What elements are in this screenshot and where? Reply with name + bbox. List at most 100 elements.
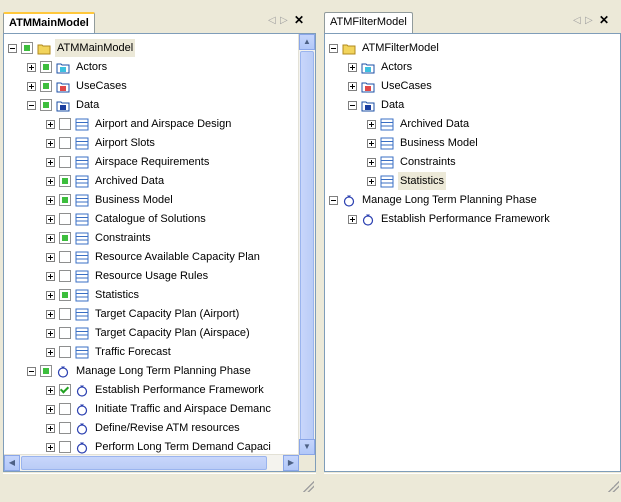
tree-checkbox[interactable] [59, 384, 71, 396]
tab-atm-main-model[interactable]: ATMMainModel [3, 12, 95, 34]
tree-item[interactable]: Business Model [367, 134, 480, 152]
expand-icon[interactable] [367, 157, 376, 167]
expand-icon[interactable] [46, 271, 55, 281]
tree-checkbox[interactable] [59, 118, 71, 130]
tree-item[interactable]: Traffic Forecast [46, 343, 173, 361]
collapse-icon[interactable] [8, 43, 17, 53]
tree-checkbox[interactable] [59, 137, 71, 149]
collapse-icon[interactable] [329, 43, 338, 53]
left-horizontal-scrollbar[interactable]: ◀ ▶ [4, 454, 299, 471]
expand-icon[interactable] [46, 347, 55, 357]
expand-icon[interactable] [46, 404, 55, 414]
expand-icon[interactable] [46, 328, 55, 338]
tree-item[interactable]: Initiate Traffic and Airspace Demanc [46, 400, 273, 418]
horizontal-scroll-thumb[interactable] [21, 456, 267, 470]
expand-icon[interactable] [46, 442, 55, 452]
expand-icon[interactable] [46, 119, 55, 129]
tree-item[interactable]: Catalogue of Solutions [46, 210, 208, 228]
tree-checkbox[interactable] [59, 327, 71, 339]
expand-icon[interactable] [46, 252, 55, 262]
tree-item[interactable]: Statistics [46, 286, 141, 304]
tree-item[interactable]: Establish Performance Framework [348, 210, 552, 228]
expand-icon[interactable] [367, 138, 376, 148]
left-vertical-scrollbar[interactable]: ▲ ▼ [298, 34, 315, 455]
tab-next-icon[interactable]: ▷ [585, 15, 593, 27]
tree-checkbox[interactable] [59, 422, 71, 434]
expand-icon[interactable] [46, 309, 55, 319]
expand-icon[interactable] [27, 62, 36, 72]
collapse-icon[interactable] [348, 100, 357, 110]
tree-item[interactable]: Define/Revise ATM resources [46, 419, 242, 437]
tree-item[interactable]: Data [27, 96, 101, 114]
expand-icon[interactable] [46, 195, 55, 205]
tree-checkbox[interactable] [40, 365, 52, 377]
left-tree-view[interactable]: ATMMainModel Actors UseCases Data Airport an… [3, 33, 316, 472]
tree-item[interactable]: UseCases [348, 77, 434, 95]
tree-item[interactable]: ATMFilterModel [329, 39, 441, 57]
tree-item[interactable]: Constraints [46, 229, 153, 247]
tree-item[interactable]: Constraints [367, 153, 458, 171]
tree-checkbox[interactable] [59, 289, 71, 301]
expand-icon[interactable] [46, 423, 55, 433]
collapse-icon[interactable] [27, 100, 36, 110]
tree-item[interactable]: Airport Slots [46, 134, 157, 152]
scroll-up-button[interactable]: ▲ [299, 34, 315, 50]
tree-item[interactable]: Manage Long Term Planning Phase [27, 362, 253, 380]
tree-checkbox[interactable] [59, 251, 71, 263]
collapse-icon[interactable] [329, 195, 338, 205]
tree-checkbox[interactable] [40, 80, 52, 92]
tree-item[interactable]: Business Model [46, 191, 175, 209]
tree-checkbox[interactable] [40, 61, 52, 73]
tree-checkbox[interactable] [21, 42, 33, 54]
scroll-right-button[interactable]: ▶ [283, 455, 299, 471]
tree-checkbox[interactable] [59, 213, 71, 225]
expand-icon[interactable] [367, 176, 376, 186]
expand-icon[interactable] [27, 81, 36, 91]
tree-checkbox[interactable] [59, 232, 71, 244]
vertical-scroll-thumb[interactable] [300, 51, 314, 446]
tree-checkbox[interactable] [59, 175, 71, 187]
tree-item[interactable]: Establish Performance Framework [46, 381, 266, 399]
tree-item[interactable]: Actors [348, 58, 414, 76]
right-tree-view[interactable]: ATMFilterModel Actors UseCases Data Archived… [324, 33, 621, 472]
tab-prev-icon[interactable]: ◁ [573, 15, 581, 27]
tree-checkbox[interactable] [59, 441, 71, 453]
tree-checkbox[interactable] [59, 156, 71, 168]
expand-icon[interactable] [46, 385, 55, 395]
tab-prev-icon[interactable]: ◁ [268, 15, 276, 27]
tree-item[interactable]: Resource Usage Rules [46, 267, 210, 285]
tree-checkbox[interactable] [59, 346, 71, 358]
expand-icon[interactable] [46, 157, 55, 167]
expand-icon[interactable] [367, 119, 376, 129]
tree-item[interactable]: UseCases [27, 77, 129, 95]
tree-item[interactable]: Airport and Airspace Design [46, 115, 233, 133]
tree-item[interactable]: Archived Data [367, 115, 471, 133]
expand-icon[interactable] [46, 138, 55, 148]
tree-item[interactable]: Target Capacity Plan (Airport) [46, 305, 241, 323]
expand-icon[interactable] [46, 290, 55, 300]
expand-icon[interactable] [348, 62, 357, 72]
tab-close-icon[interactable]: ✕ [599, 14, 609, 26]
tree-item[interactable]: Target Capacity Plan (Airspace) [46, 324, 252, 342]
expand-icon[interactable] [348, 81, 357, 91]
tree-item[interactable]: ATMMainModel [8, 39, 136, 57]
tree-checkbox[interactable] [59, 403, 71, 415]
collapse-icon[interactable] [27, 366, 36, 376]
tree-item[interactable]: Actors [27, 58, 109, 76]
tree-checkbox[interactable] [59, 194, 71, 206]
tree-item[interactable]: Statistics [367, 172, 447, 190]
tree-item[interactable]: Airspace Requirements [46, 153, 211, 171]
tab-atm-filter-model[interactable]: ATMFilterModel [324, 12, 413, 33]
tree-checkbox[interactable] [59, 270, 71, 282]
tree-item[interactable]: Resource Available Capacity Plan [46, 248, 262, 266]
expand-icon[interactable] [348, 214, 357, 224]
tab-close-icon[interactable]: ✕ [294, 14, 304, 26]
scroll-left-button[interactable]: ◀ [4, 455, 20, 471]
tree-item[interactable]: Archived Data [46, 172, 166, 190]
expand-icon[interactable] [46, 214, 55, 224]
tab-next-icon[interactable]: ▷ [280, 15, 288, 27]
resize-grip-icon[interactable] [608, 481, 619, 492]
tree-item[interactable]: Manage Long Term Planning Phase [329, 191, 539, 209]
tree-checkbox[interactable] [40, 99, 52, 111]
tree-item[interactable]: Data [348, 96, 406, 114]
